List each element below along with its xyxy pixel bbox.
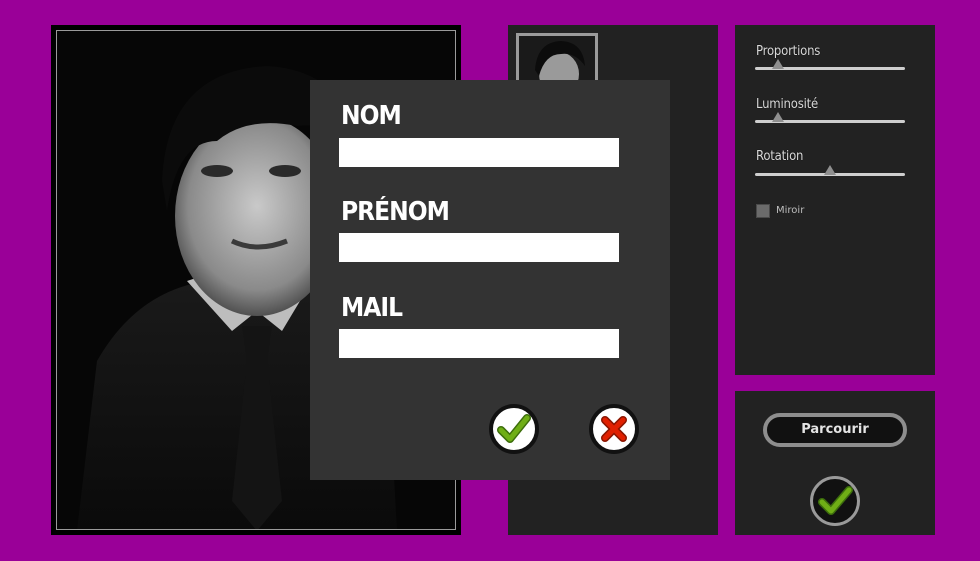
mirror-checkbox[interactable] xyxy=(756,204,770,218)
x-icon xyxy=(601,416,627,442)
prenom-input[interactable] xyxy=(339,233,619,262)
luminosite-slider[interactable] xyxy=(755,112,905,123)
confirm-photo-button[interactable] xyxy=(810,476,860,526)
rotation-label: Rotation xyxy=(756,149,804,164)
adjustments-panel: Proportions Luminosité Rotation Miroir xyxy=(735,25,935,375)
rotation-slider-thumb[interactable] xyxy=(824,165,836,175)
proportions-slider-thumb[interactable] xyxy=(771,59,784,69)
prenom-label: PRÉNOM xyxy=(341,197,450,227)
browse-panel: Parcourir xyxy=(735,391,935,535)
luminosite-label: Luminosité xyxy=(756,97,819,112)
nom-input[interactable] xyxy=(339,138,619,167)
browse-button[interactable]: Parcourir xyxy=(763,413,907,447)
contact-form-dialog: NOM PRÉNOM MAIL xyxy=(310,80,670,480)
proportions-label: Proportions xyxy=(756,44,821,59)
check-icon xyxy=(818,486,853,515)
check-icon xyxy=(497,414,531,443)
mirror-label: Miroir xyxy=(776,205,805,216)
dialog-confirm-button[interactable] xyxy=(489,404,539,454)
nom-label: NOM xyxy=(341,101,402,131)
mail-input[interactable] xyxy=(339,329,619,358)
dialog-cancel-button[interactable] xyxy=(589,404,639,454)
mail-label: MAIL xyxy=(341,293,403,323)
proportions-slider[interactable] xyxy=(755,59,905,70)
rotation-slider[interactable] xyxy=(755,165,905,176)
luminosite-slider-thumb[interactable] xyxy=(771,112,784,122)
